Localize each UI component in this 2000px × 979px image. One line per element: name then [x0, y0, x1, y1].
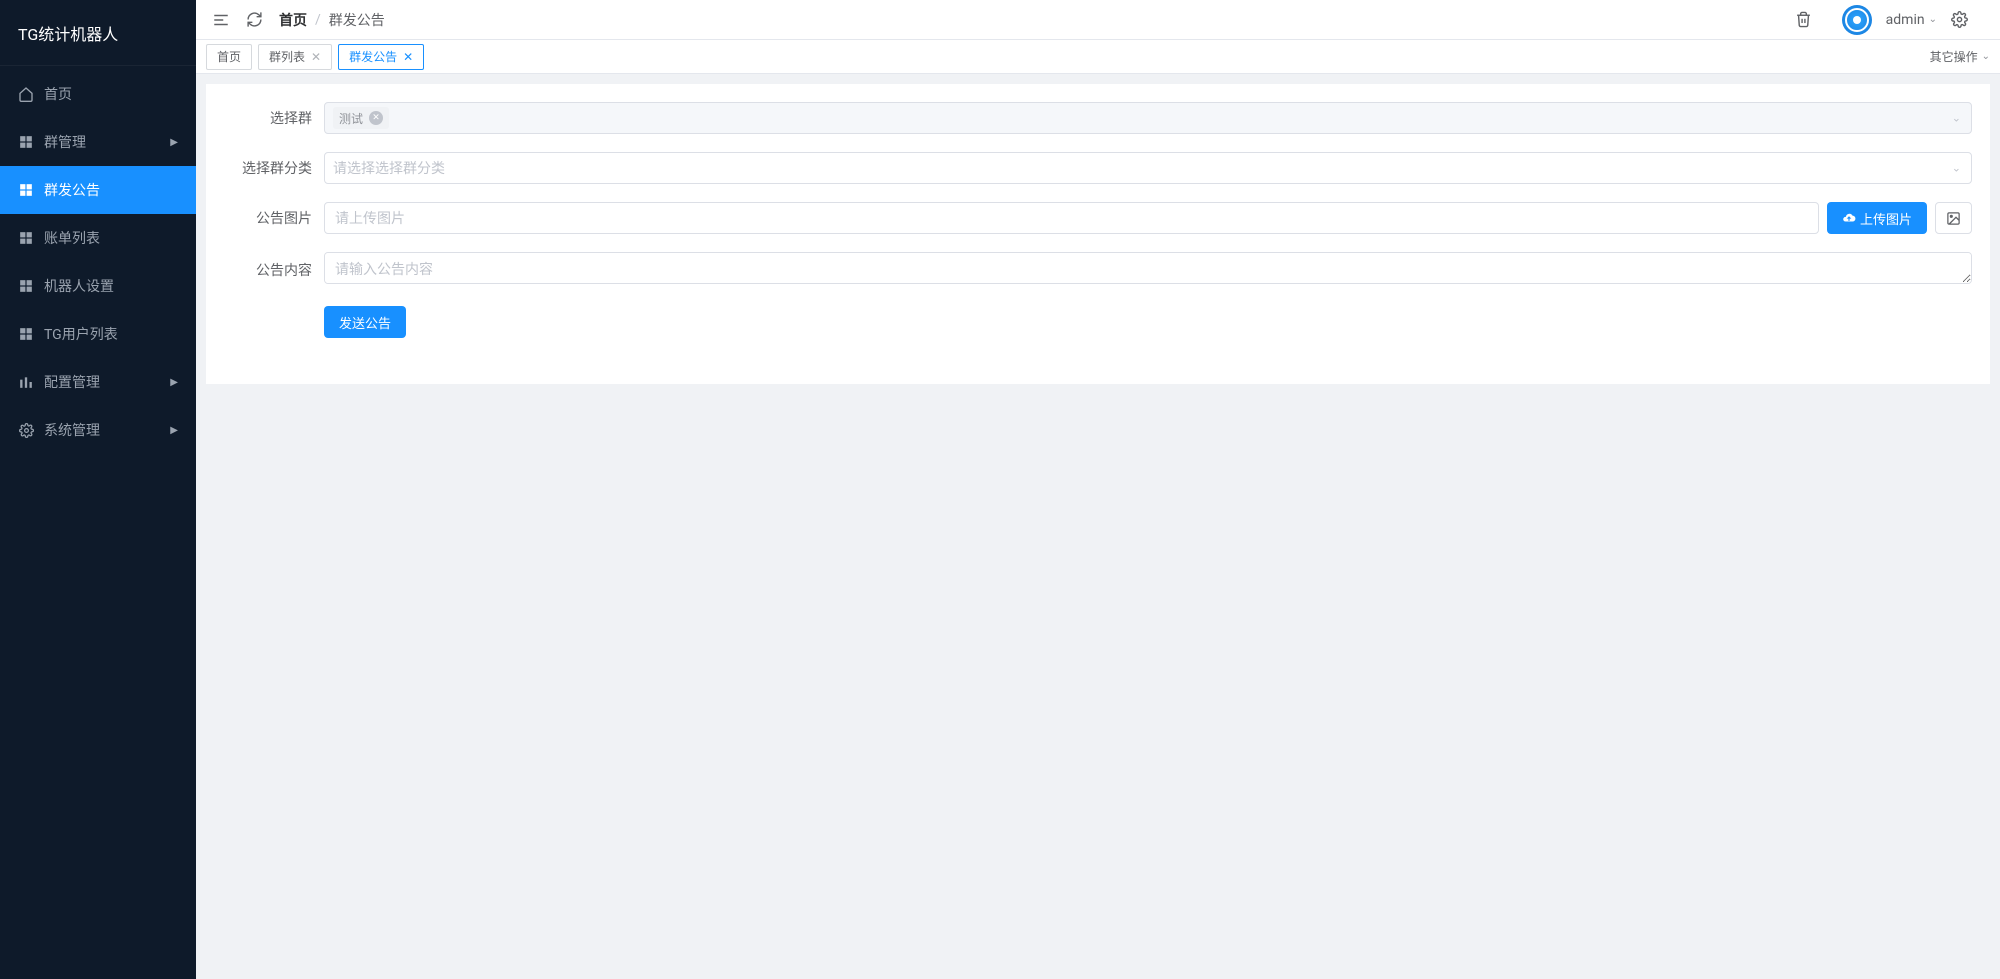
sidebar-item-group-manage[interactable]: 群管理 ▶ [0, 118, 196, 166]
app-title: TG统计机器人 [0, 0, 196, 66]
content: 选择群 测试 ✕ ⌄ 选择群分类 [196, 74, 2000, 979]
sidebar-item-config[interactable]: 配置管理 ▶ [0, 358, 196, 406]
breadcrumb-separator: / [315, 12, 321, 28]
other-operations-dropdown[interactable]: 其它操作 ⌄ [1930, 48, 1990, 65]
grid-icon [18, 278, 34, 294]
sidebar-item-system[interactable]: 系统管理 ▶ [0, 406, 196, 454]
grid-icon [18, 230, 34, 246]
sidebar-item-tg-users[interactable]: TG用户列表 [0, 310, 196, 358]
sidebar-item-label: 群管理 [44, 132, 170, 152]
remove-tag-icon[interactable]: ✕ [369, 111, 383, 125]
tab-group-list[interactable]: 群列表 ✕ [258, 44, 332, 70]
sidebar-item-label: 账单列表 [44, 228, 178, 248]
refresh-button[interactable] [246, 11, 263, 28]
settings-button[interactable] [1951, 11, 1968, 28]
form-card: 选择群 测试 ✕ ⌄ 选择群分类 [206, 84, 1990, 384]
chevron-right-icon: ▶ [170, 377, 178, 388]
tabs-row: 首页 群列表 ✕ 群发公告 ✕ 其它操作 ⌄ [196, 40, 2000, 74]
grid-icon [18, 134, 34, 150]
tab-home[interactable]: 首页 [206, 44, 252, 70]
grid-icon [18, 326, 34, 342]
announcement-image-input[interactable] [324, 202, 1819, 234]
preview-image-button[interactable] [1935, 202, 1972, 234]
announcement-content-label: 公告内容 [224, 260, 324, 280]
sidebar-item-label: 系统管理 [44, 420, 170, 440]
home-icon [18, 86, 34, 102]
select-category-placeholder: 请选择选择群分类 [333, 158, 445, 178]
select-group-label: 选择群 [224, 108, 324, 128]
select-group-field[interactable]: 测试 ✕ ⌄ [324, 102, 1972, 134]
chevron-right-icon: ▶ [170, 137, 178, 148]
tab-label: 群发公告 [349, 48, 397, 65]
trash-button[interactable] [1795, 11, 1812, 28]
image-icon [1946, 211, 1961, 226]
cloud-upload-icon [1842, 211, 1856, 225]
tab-label: 群列表 [269, 48, 305, 65]
tab-broadcast[interactable]: 群发公告 ✕ [338, 44, 424, 70]
breadcrumb-current: 群发公告 [329, 10, 385, 30]
sidebar: TG统计机器人 首页 群管理 ▶ 群发公告 [0, 0, 196, 979]
select-category-field[interactable]: 请选择选择群分类 ⌄ [324, 152, 1972, 184]
grid-icon [18, 182, 34, 198]
close-icon[interactable]: ✕ [311, 50, 321, 64]
avatar[interactable] [1842, 5, 1872, 35]
gear-icon [18, 422, 34, 438]
selected-group-tag-label: 测试 [339, 110, 363, 127]
sidebar-item-home[interactable]: 首页 [0, 70, 196, 118]
chevron-right-icon: ▶ [170, 425, 178, 436]
upload-image-button-label: 上传图片 [1860, 209, 1912, 228]
chevron-down-icon: ⌄ [1982, 51, 1990, 62]
close-icon[interactable]: ✕ [403, 50, 413, 64]
header: 首页 / 群发公告 admin ⌄ [196, 0, 2000, 40]
sidebar-item-label: 机器人设置 [44, 276, 178, 296]
sidebar-item-label: 群发公告 [44, 180, 178, 200]
sidebar-item-label: 配置管理 [44, 372, 170, 392]
sidebar-item-broadcast[interactable]: 群发公告 [0, 166, 196, 214]
send-announcement-button[interactable]: 发送公告 [324, 306, 406, 338]
select-category-label: 选择群分类 [224, 158, 324, 178]
sidebar-menu: 首页 群管理 ▶ 群发公告 账单列表 [0, 66, 196, 979]
breadcrumb-root[interactable]: 首页 [279, 10, 307, 30]
bars-icon [18, 374, 34, 390]
sidebar-item-bills[interactable]: 账单列表 [0, 214, 196, 262]
chevron-down-icon: ⌄ [1952, 162, 1961, 175]
collapse-sidebar-button[interactable] [212, 11, 230, 29]
selected-group-tag: 测试 ✕ [333, 107, 389, 129]
other-operations-label: 其它操作 [1930, 48, 1978, 65]
upload-image-button[interactable]: 上传图片 [1827, 202, 1927, 234]
chevron-down-icon: ⌄ [1929, 14, 1937, 25]
breadcrumb: 首页 / 群发公告 [279, 10, 385, 30]
tab-label: 首页 [217, 48, 241, 65]
sidebar-item-robot-settings[interactable]: 机器人设置 [0, 262, 196, 310]
username-label: admin [1886, 12, 1925, 28]
sidebar-item-label: TG用户列表 [44, 324, 178, 344]
send-announcement-button-label: 发送公告 [339, 313, 391, 332]
announcement-image-label: 公告图片 [224, 208, 324, 228]
chevron-down-icon: ⌄ [1952, 112, 1961, 125]
user-menu[interactable]: admin ⌄ [1886, 12, 1937, 28]
announcement-content-input[interactable] [324, 252, 1972, 284]
sidebar-item-label: 首页 [44, 84, 178, 104]
